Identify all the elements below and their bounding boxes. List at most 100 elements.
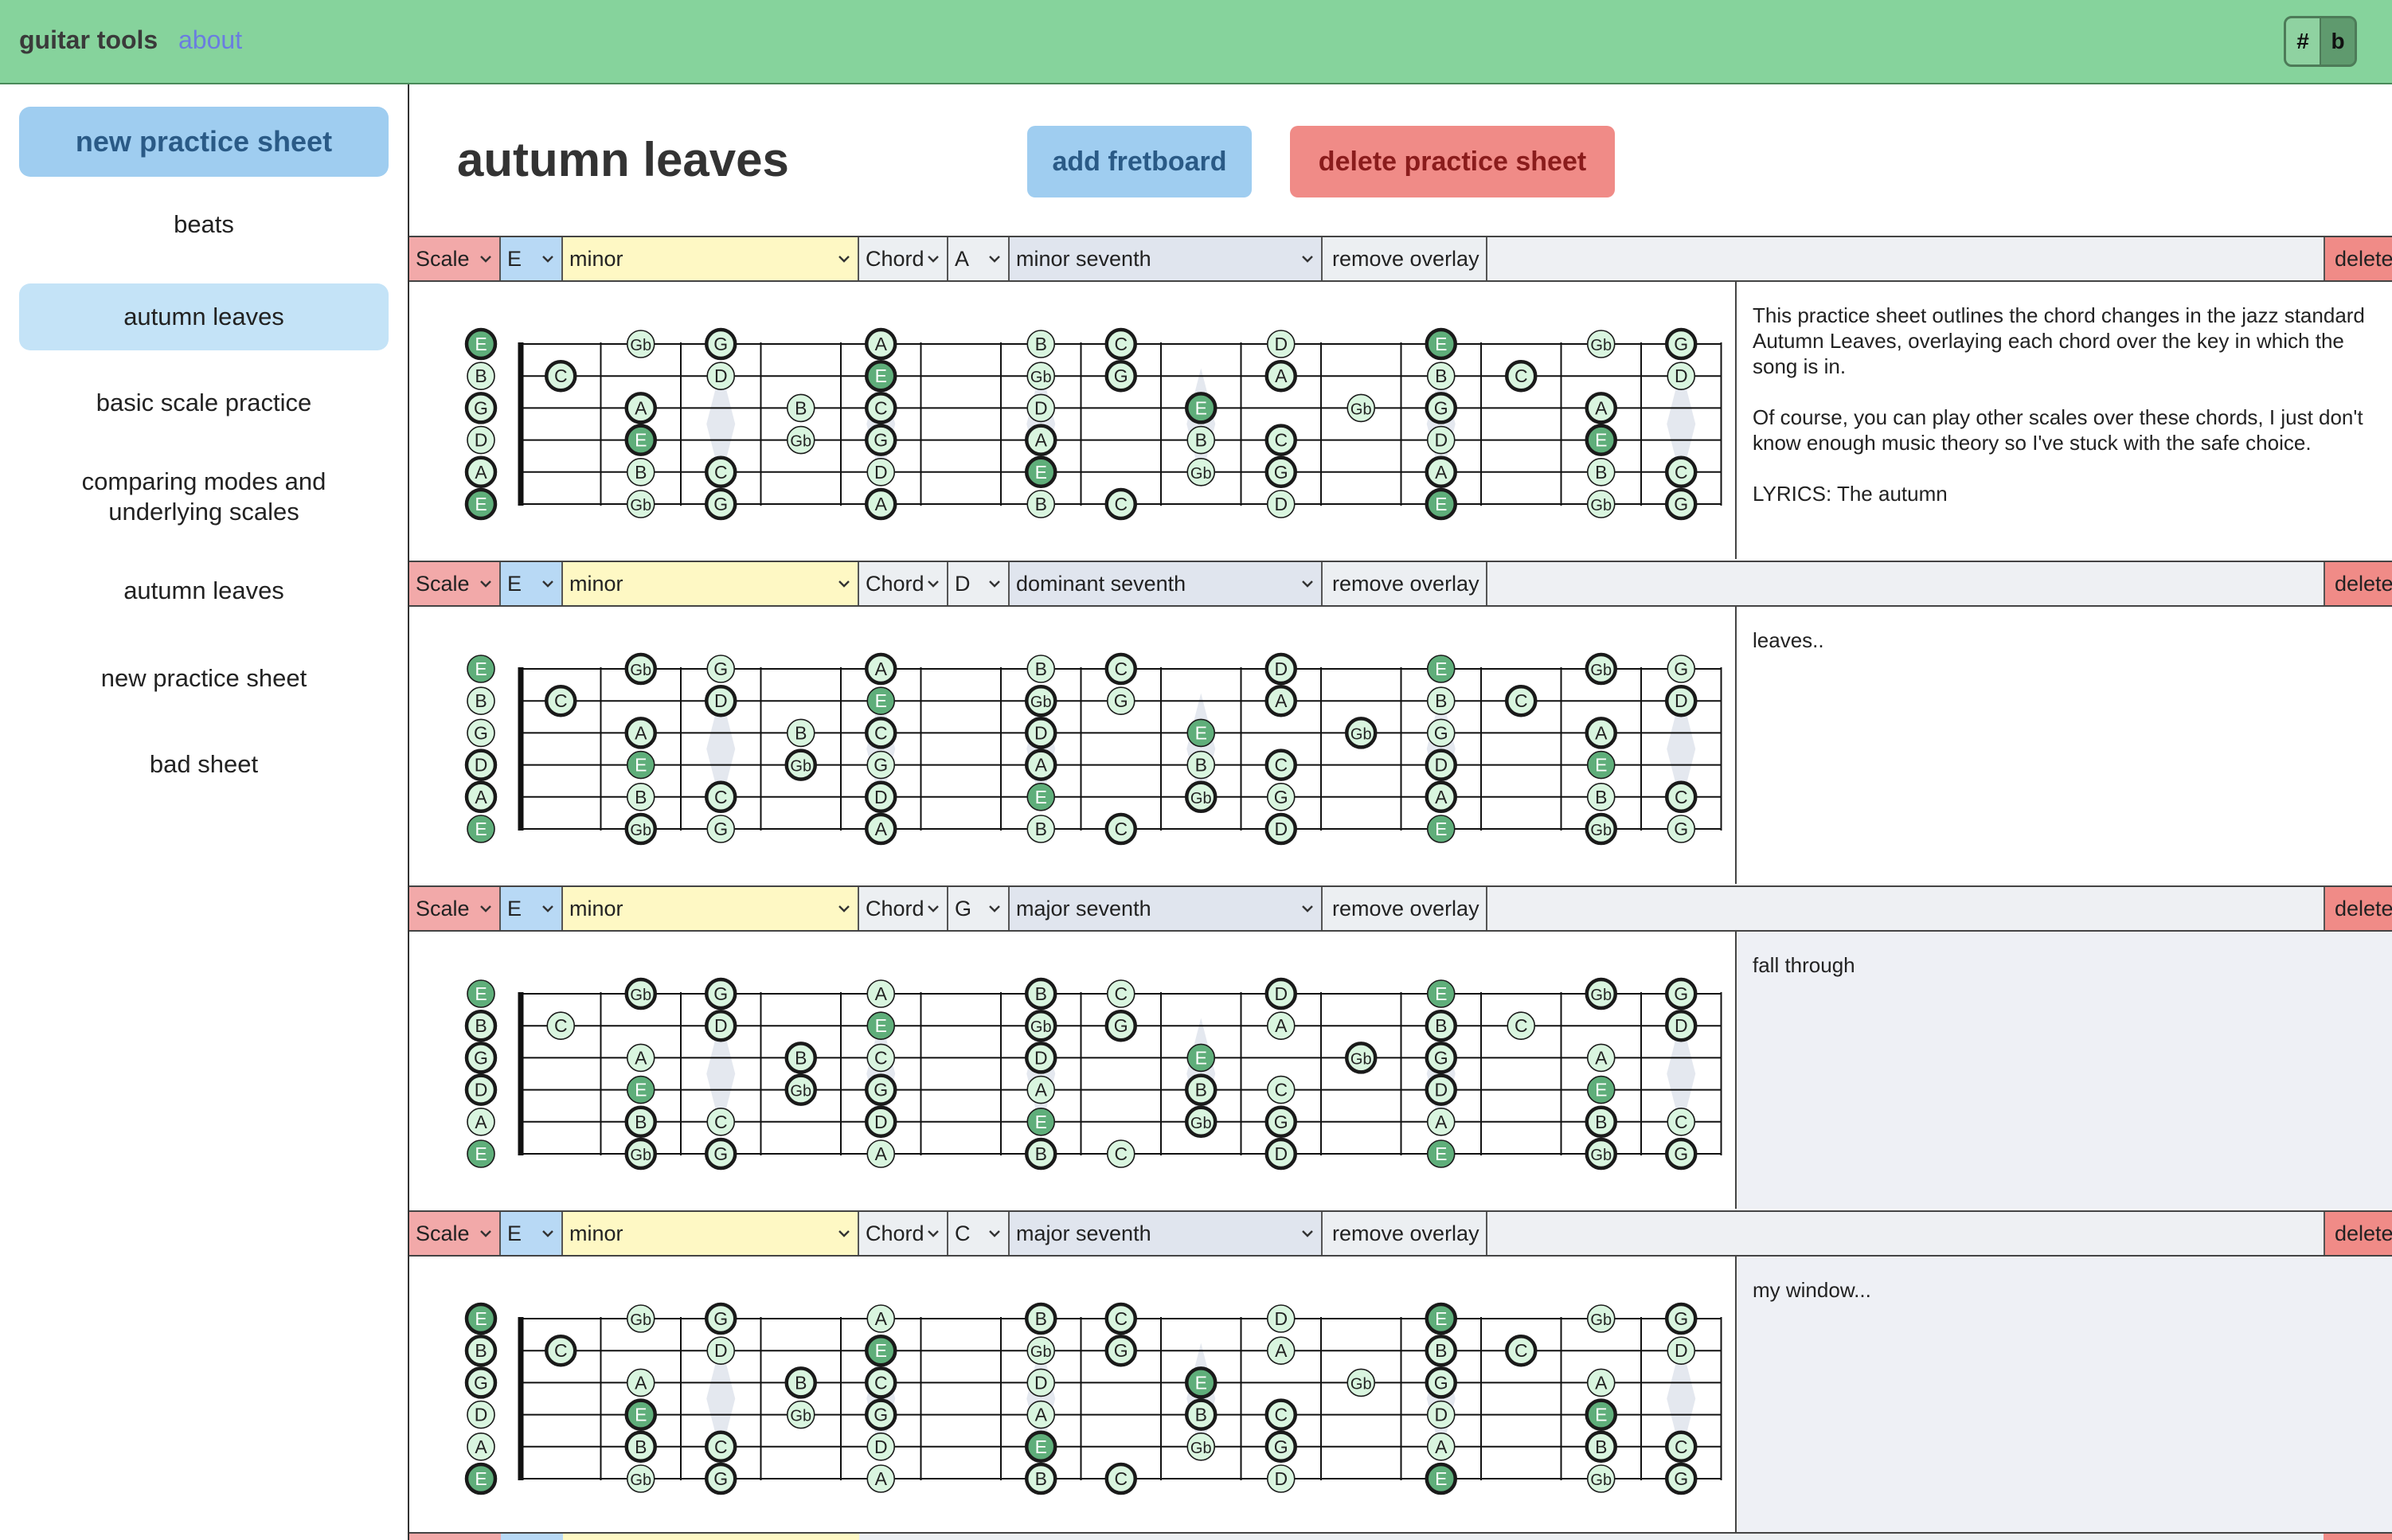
scale-toggle[interactable]: Scale xyxy=(409,237,501,280)
note-label: A xyxy=(875,334,888,354)
note-marker: B xyxy=(1426,686,1456,715)
note-marker: G xyxy=(865,1398,897,1431)
remove-overlay-button[interactable]: remove overlay xyxy=(1323,237,1487,280)
note-label: G xyxy=(1674,1468,1688,1489)
fretboard-notes[interactable]: my window... xyxy=(1735,1257,2392,1534)
chord-type-select[interactable]: major seventh xyxy=(1010,887,1323,930)
note-marker: C xyxy=(545,359,577,393)
fretboard-notes[interactable]: leaves.. xyxy=(1735,607,2392,884)
note-label: B xyxy=(1435,1015,1447,1036)
note-label: A xyxy=(875,494,888,514)
note-label: G xyxy=(474,1372,488,1393)
delete-fretboard-button[interactable]: delete xyxy=(2324,237,2392,280)
app-title[interactable]: guitar tools xyxy=(19,25,158,55)
scale-root-select[interactable]: E xyxy=(501,562,563,605)
note-label: E xyxy=(635,1405,647,1425)
note-marker: Gb xyxy=(786,425,815,455)
sidebar-item-basic-scale-practice[interactable]: basic scale practice xyxy=(19,371,389,435)
note-marker: Gb xyxy=(1345,1042,1378,1074)
chord-root-select[interactable]: A xyxy=(948,237,1010,280)
sharp-toggle[interactable]: # xyxy=(2286,18,2321,64)
note-label: D xyxy=(1675,1340,1688,1361)
note-label: C xyxy=(1114,334,1128,354)
note-marker: Gb xyxy=(1026,1336,1056,1365)
note-label: D xyxy=(874,1112,888,1132)
note-marker: E xyxy=(1586,1075,1616,1104)
chord-toggle[interactable]: Chord xyxy=(859,887,948,930)
new-practice-sheet-button[interactable]: new practice sheet xyxy=(19,107,389,177)
note-marker: A xyxy=(467,1108,495,1136)
chord-type-select[interactable]: dominant seventh xyxy=(1010,562,1323,605)
scale-toggle[interactable]: Scale xyxy=(409,1212,501,1255)
delete-fretboard-button[interactable]: delete xyxy=(2324,887,2392,930)
accidental-toggle[interactable]: # b xyxy=(2284,16,2357,67)
fretboard-controls: Scale E minor Chord D dominant seventh r… xyxy=(409,561,2392,607)
chord-root-select[interactable]: G xyxy=(948,887,1010,930)
note-label: D xyxy=(475,755,488,776)
note-marker: C xyxy=(1104,487,1137,521)
fretboard-notes[interactable]: fall through xyxy=(1735,932,2392,1209)
chord-toggle[interactable]: Chord xyxy=(859,237,948,280)
note-label: Gb xyxy=(1030,694,1052,711)
note-marker: E xyxy=(1426,979,1456,1008)
scale-type-select[interactable]: minor xyxy=(563,887,859,930)
remove-overlay-button[interactable]: remove overlay xyxy=(1323,887,1487,930)
note-marker: E xyxy=(1186,1043,1216,1073)
note-marker: D xyxy=(1266,1304,1296,1333)
fretboard-notes[interactable]: This practice sheet outlines the chord c… xyxy=(1735,282,2392,559)
scale-type-select[interactable]: minor xyxy=(563,1212,859,1255)
note-marker: G xyxy=(705,977,737,1010)
note-label: D xyxy=(714,1015,728,1036)
scale-type-select[interactable]: minor xyxy=(563,237,859,280)
note-label: C xyxy=(554,365,568,386)
sidebar-item-beats[interactable]: beats xyxy=(19,193,389,256)
delete-fretboard-button[interactable]: delete xyxy=(2324,1212,2392,1255)
delete-fretboard-button[interactable]: delete xyxy=(2324,562,2392,605)
delete-practice-sheet-button[interactable]: delete practice sheet xyxy=(1290,126,1615,197)
note-label: C xyxy=(874,722,888,743)
note-label: E xyxy=(1435,983,1447,1004)
note-label: B xyxy=(635,1436,647,1457)
chord-root-select[interactable]: C xyxy=(948,1212,1010,1255)
scale-toggle[interactable]: Scale xyxy=(409,562,501,605)
chord-type-select[interactable]: minor seventh xyxy=(1010,237,1323,280)
note-label: G xyxy=(1274,1112,1288,1132)
note-label: D xyxy=(1274,1468,1288,1489)
note-label: C xyxy=(1675,462,1688,483)
chord-toggle[interactable]: Chord xyxy=(859,562,948,605)
chord-type-select[interactable]: major seventh xyxy=(1010,1212,1323,1255)
scale-root-select[interactable]: E xyxy=(501,887,563,930)
note-label: G xyxy=(1434,1047,1448,1068)
note-marker: B xyxy=(467,362,495,390)
note-marker: B xyxy=(626,783,655,811)
add-fretboard-button[interactable]: add fretboard xyxy=(1027,126,1252,197)
note-marker: E xyxy=(467,979,495,1008)
sidebar-item-comparing-modes[interactable]: comparing modes and underlying scales xyxy=(19,457,389,537)
chord-root-select[interactable]: D xyxy=(948,562,1010,605)
note-label: B xyxy=(635,787,647,807)
sidebar-item-bad-sheet[interactable]: bad sheet xyxy=(19,733,389,796)
note-marker: E xyxy=(1186,718,1216,748)
note-marker: C xyxy=(1505,359,1538,393)
note-label: B xyxy=(475,365,487,386)
note-marker: B xyxy=(1025,1462,1057,1495)
sidebar-item-new-practice-sheet[interactable]: new practice sheet xyxy=(19,647,389,710)
note-label: E xyxy=(1595,1080,1607,1100)
remove-overlay-button[interactable]: remove overlay xyxy=(1323,562,1487,605)
flat-toggle[interactable]: b xyxy=(2321,18,2355,64)
note-marker: E xyxy=(464,487,498,521)
note-label: C xyxy=(1515,690,1528,711)
chord-toggle[interactable]: Chord xyxy=(859,1212,948,1255)
about-link[interactable]: about xyxy=(178,25,242,55)
sidebar-item-autumn-leaves[interactable]: autumn leaves xyxy=(19,283,389,350)
note-marker: B xyxy=(624,1430,657,1464)
note-marker: G xyxy=(1264,1430,1297,1464)
note-marker: Gb xyxy=(1585,812,1617,846)
remove-overlay-button[interactable]: remove overlay xyxy=(1323,1212,1487,1255)
scale-root-select[interactable]: E xyxy=(501,237,563,280)
notes-paragraph: LYRICS: The autumn xyxy=(1753,482,1948,506)
scale-type-select[interactable]: minor xyxy=(563,562,859,605)
scale-toggle[interactable]: Scale xyxy=(409,887,501,930)
scale-root-select[interactable]: E xyxy=(501,1212,563,1255)
sidebar-item-autumn-leaves-2[interactable]: autumn leaves xyxy=(19,559,389,623)
